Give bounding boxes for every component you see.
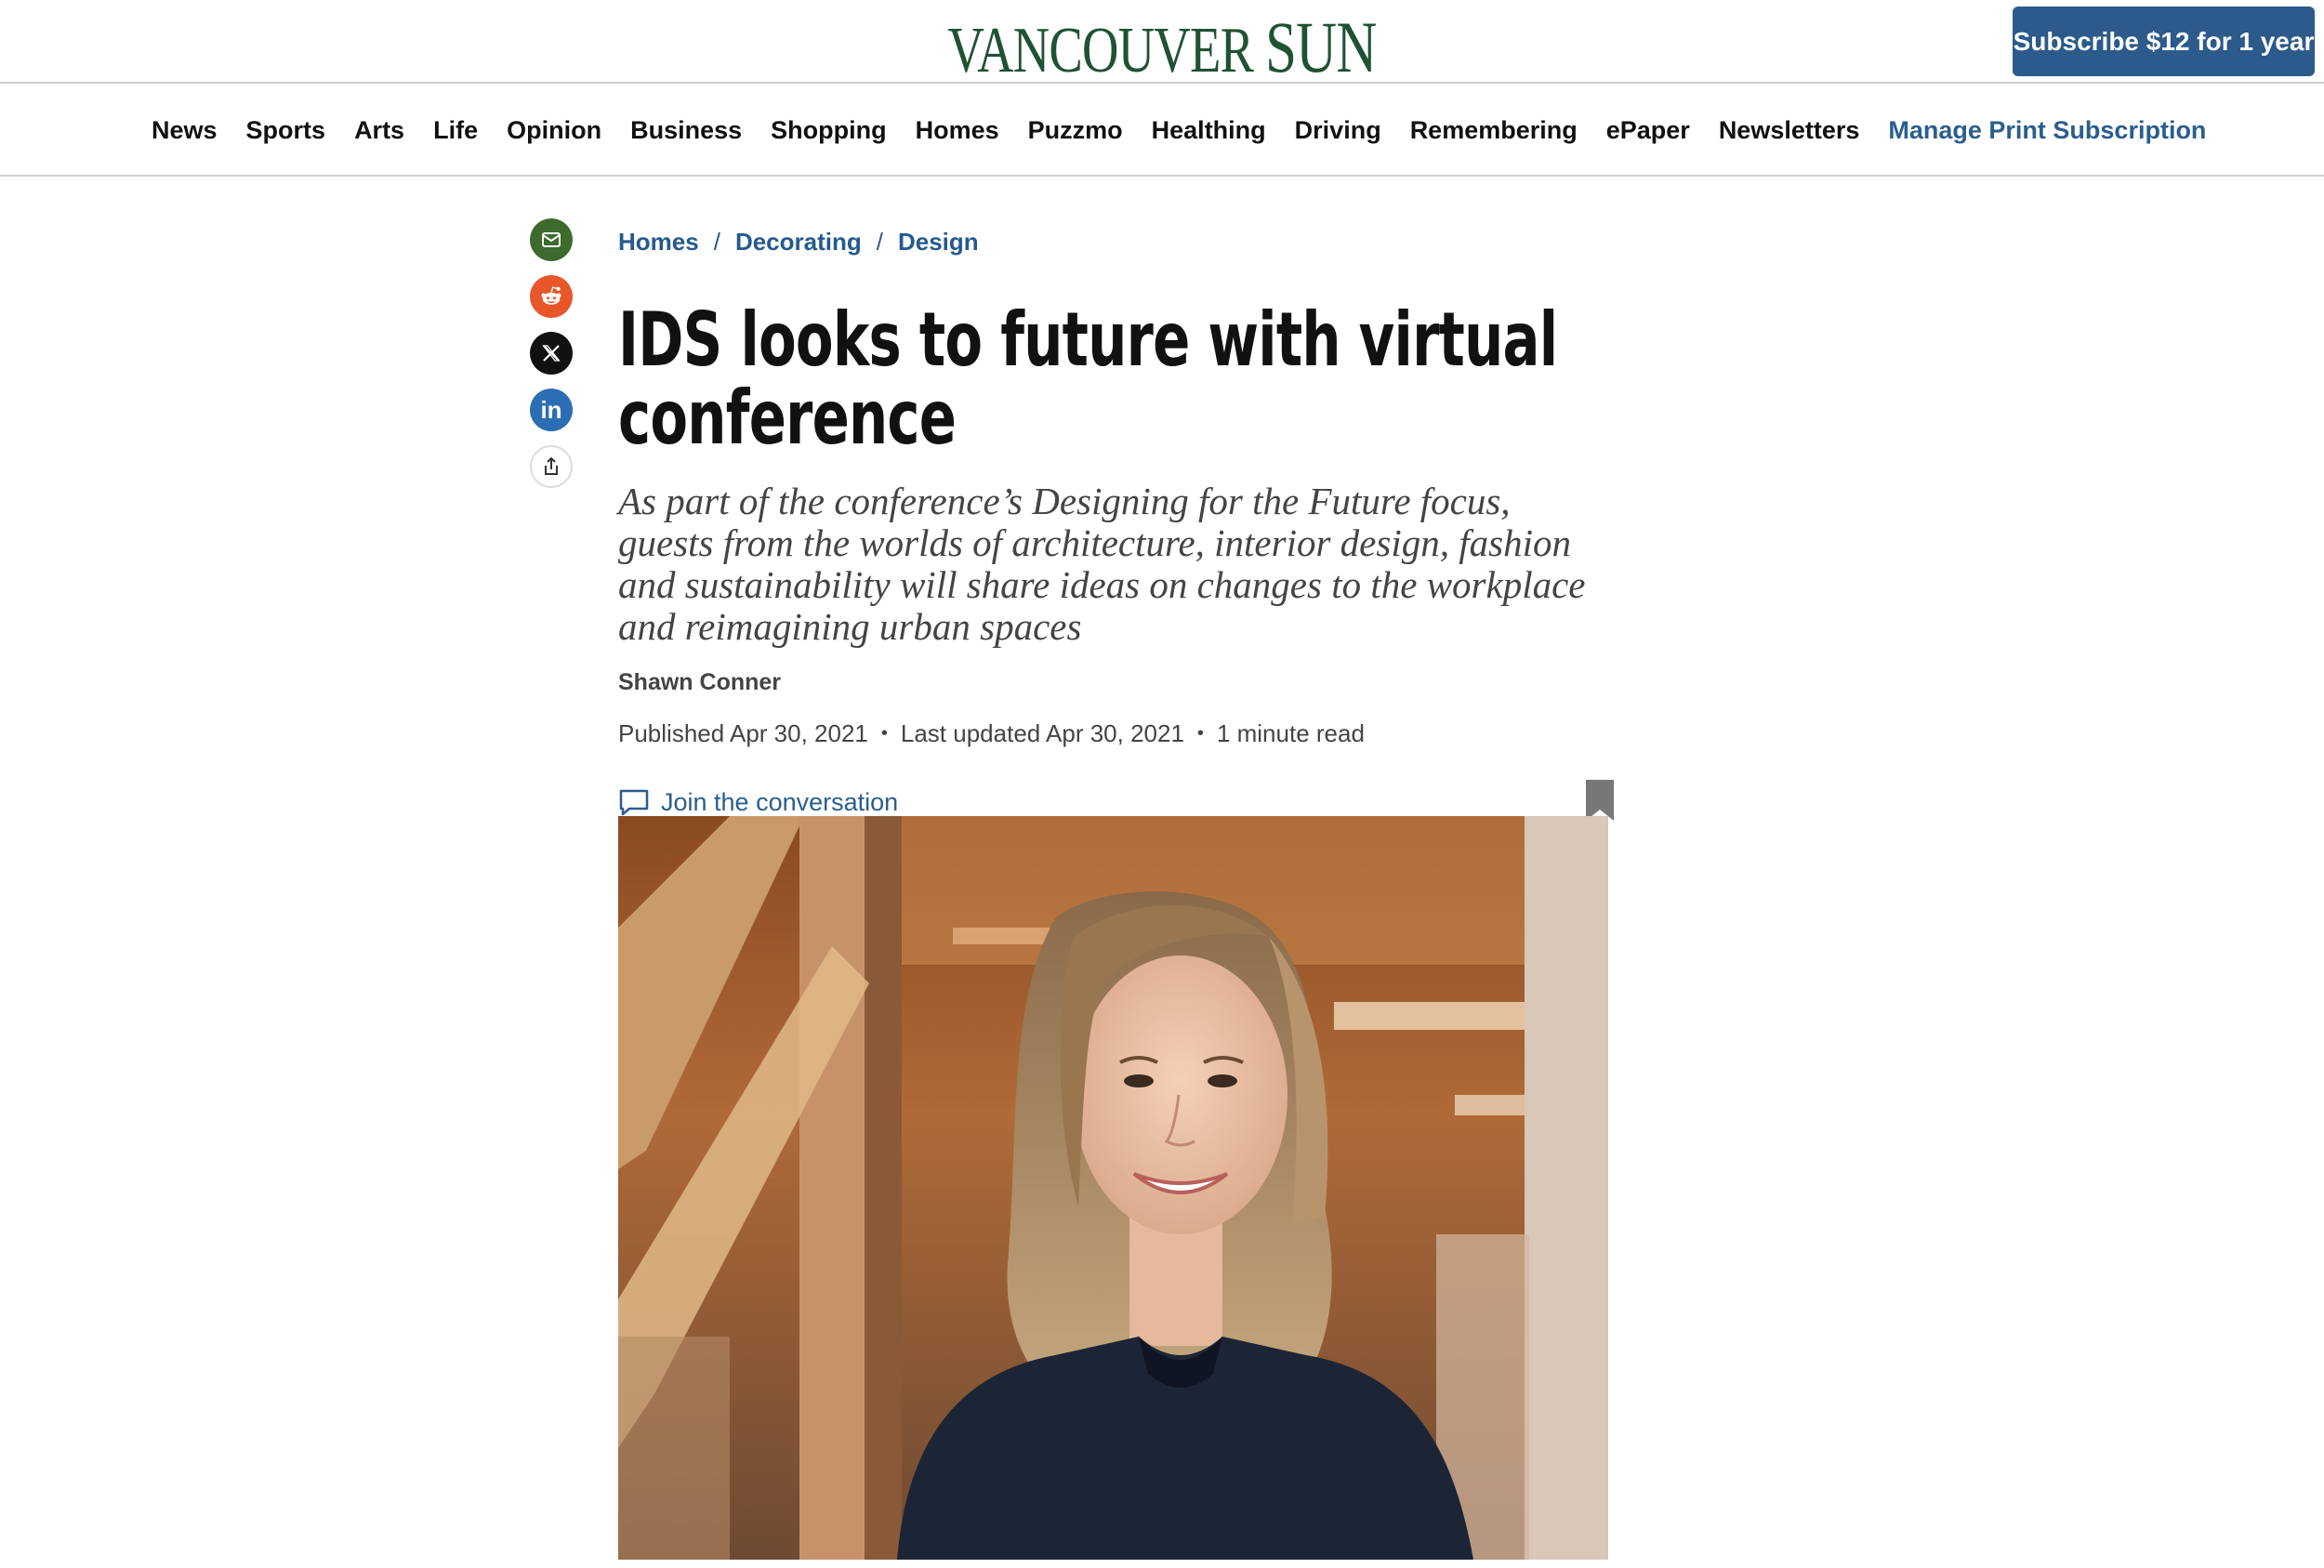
breadcrumb-decorating[interactable]: Decorating	[735, 228, 862, 257]
hero-photo	[618, 816, 1608, 1560]
nav-item-epaper[interactable]: ePaper	[1606, 116, 1690, 145]
nav-item-business[interactable]: Business	[630, 116, 742, 145]
logo-first-word: VANCOUVER	[947, 15, 1255, 86]
linkedin-share-button[interactable]: in	[530, 389, 573, 431]
article: Homes / Decorating / Design IDS looks to…	[618, 223, 1614, 823]
manage-print-subscription-link[interactable]: Manage Print Subscription	[1888, 116, 2206, 145]
nav-item-arts[interactable]: Arts	[354, 116, 404, 145]
join-conversation-label: Join the conversation	[661, 787, 899, 816]
reddit-share-button[interactable]	[530, 275, 573, 318]
share-icon	[545, 456, 558, 475]
nav-item-opinion[interactable]: Opinion	[507, 116, 601, 145]
breadcrumb-design[interactable]: Design	[898, 228, 979, 257]
nav-item-sports[interactable]: Sports	[246, 116, 326, 145]
hero-photo-image	[618, 816, 1608, 1560]
article-dek: As part of the conference’s Designing fo…	[618, 480, 1586, 648]
nav-item-newsletters[interactable]: Newsletters	[1719, 116, 1860, 145]
author-byline[interactable]: Shawn Conner	[618, 669, 1613, 696]
site-logo[interactable]: VANCOUVER SUN	[256, 6, 2068, 89]
comment-icon	[619, 789, 649, 816]
main-nav: News Sports Arts Life Opinion Business S…	[0, 84, 2324, 177]
nav-item-shopping[interactable]: Shopping	[771, 116, 886, 145]
breadcrumb-separator: /	[876, 227, 883, 256]
share-rail: in	[530, 218, 573, 502]
nav-item-puzzmo[interactable]: Puzzmo	[1028, 116, 1123, 145]
nav-item-life[interactable]: Life	[433, 116, 478, 145]
updated-date: Last updated Apr 30, 2021	[900, 719, 1184, 747]
reddit-icon	[541, 286, 561, 305]
nav-item-remembering[interactable]: Remembering	[1410, 116, 1578, 145]
read-time: 1 minute read	[1216, 719, 1365, 747]
nav-item-healthing[interactable]: Healthing	[1152, 116, 1266, 145]
published-date: Published Apr 30, 2021	[618, 719, 868, 747]
more-share-button[interactable]	[530, 445, 573, 488]
x-share-button[interactable]	[530, 332, 573, 375]
subscribe-button[interactable]: Subscribe $12 for 1 year	[2013, 7, 2315, 76]
nav-item-driving[interactable]: Driving	[1295, 116, 1381, 145]
article-headline: IDS looks to future with virtual confere…	[618, 296, 1558, 461]
site-header: VANCOUVER SUN Subscribe $12 for 1 year	[0, 0, 2324, 87]
meta-separator: •	[1196, 723, 1204, 744]
x-icon	[542, 345, 561, 362]
breadcrumb: Homes / Decorating / Design	[618, 223, 1613, 260]
logo-second-word: SUN	[1265, 7, 1377, 87]
join-conversation-link[interactable]: Join the conversation	[618, 788, 898, 817]
linkedin-icon: in	[540, 395, 562, 424]
nav-list: News Sports Arts Life Opinion Business S…	[152, 84, 2206, 177]
breadcrumb-separator: /	[713, 227, 720, 256]
nav-item-news[interactable]: News	[152, 116, 218, 145]
email-share-button[interactable]	[530, 218, 573, 261]
article-meta: Published Apr 30, 2021 • Last updated Ap…	[618, 719, 1613, 748]
email-icon	[542, 232, 561, 247]
nav-item-homes[interactable]: Homes	[916, 116, 999, 145]
breadcrumb-homes[interactable]: Homes	[618, 228, 699, 257]
meta-separator: •	[880, 723, 888, 744]
